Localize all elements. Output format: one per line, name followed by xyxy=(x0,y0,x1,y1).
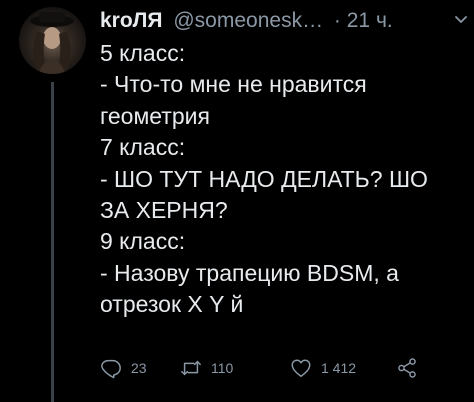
chevron-down-icon[interactable] xyxy=(455,16,467,24)
tweet-line: - ШО ТУТ НАДО ДЕЛАТЬ? ШО xyxy=(100,165,428,192)
retweet-button[interactable]: 110 xyxy=(180,354,233,382)
tweet-line: 5 класс: xyxy=(100,40,186,66)
tweet-header: kroЛЯ @someonesk… · 21 ч. xyxy=(100,8,393,34)
tweet[interactable]: kroЛЯ @someonesk… · 21 ч. 5 класс: - Что… xyxy=(0,0,474,402)
heart-icon xyxy=(291,359,311,377)
tweet-line: 7 класс: xyxy=(100,134,186,161)
reply-count: 23 xyxy=(131,360,147,376)
share-button[interactable] xyxy=(396,354,427,382)
avatar-image xyxy=(30,12,74,74)
action-bar: 23 110 1 412 xyxy=(100,354,470,382)
tweet-line: ЗА ХЕРНЯ? xyxy=(100,197,228,224)
tweet-line: 9 класс: xyxy=(100,228,186,255)
timestamp[interactable]: · 21 ч. xyxy=(334,9,393,32)
tweet-line: - Что-то мне не нравится xyxy=(100,71,367,98)
author-name[interactable]: kroЛЯ xyxy=(100,9,163,32)
tweet-line: геометрия xyxy=(100,102,210,129)
retweet-count: 110 xyxy=(211,360,234,376)
tweet-line: - Назову трапецию BDSM, а xyxy=(100,259,399,286)
reply-icon xyxy=(101,359,121,379)
retweet-icon xyxy=(181,360,201,376)
tweet-line: отрезок Х Y й xyxy=(100,291,244,318)
tweet-text: 5 класс: - Что-то мне не нравится геомет… xyxy=(100,38,470,321)
author-handle[interactable]: @someonesk… xyxy=(173,9,323,32)
reply-button[interactable]: 23 xyxy=(100,354,147,382)
share-icon xyxy=(398,358,416,378)
like-count: 1 412 xyxy=(321,360,357,376)
thread-line xyxy=(51,82,54,402)
avatar[interactable] xyxy=(19,7,86,74)
like-button[interactable]: 1 412 xyxy=(290,354,356,382)
